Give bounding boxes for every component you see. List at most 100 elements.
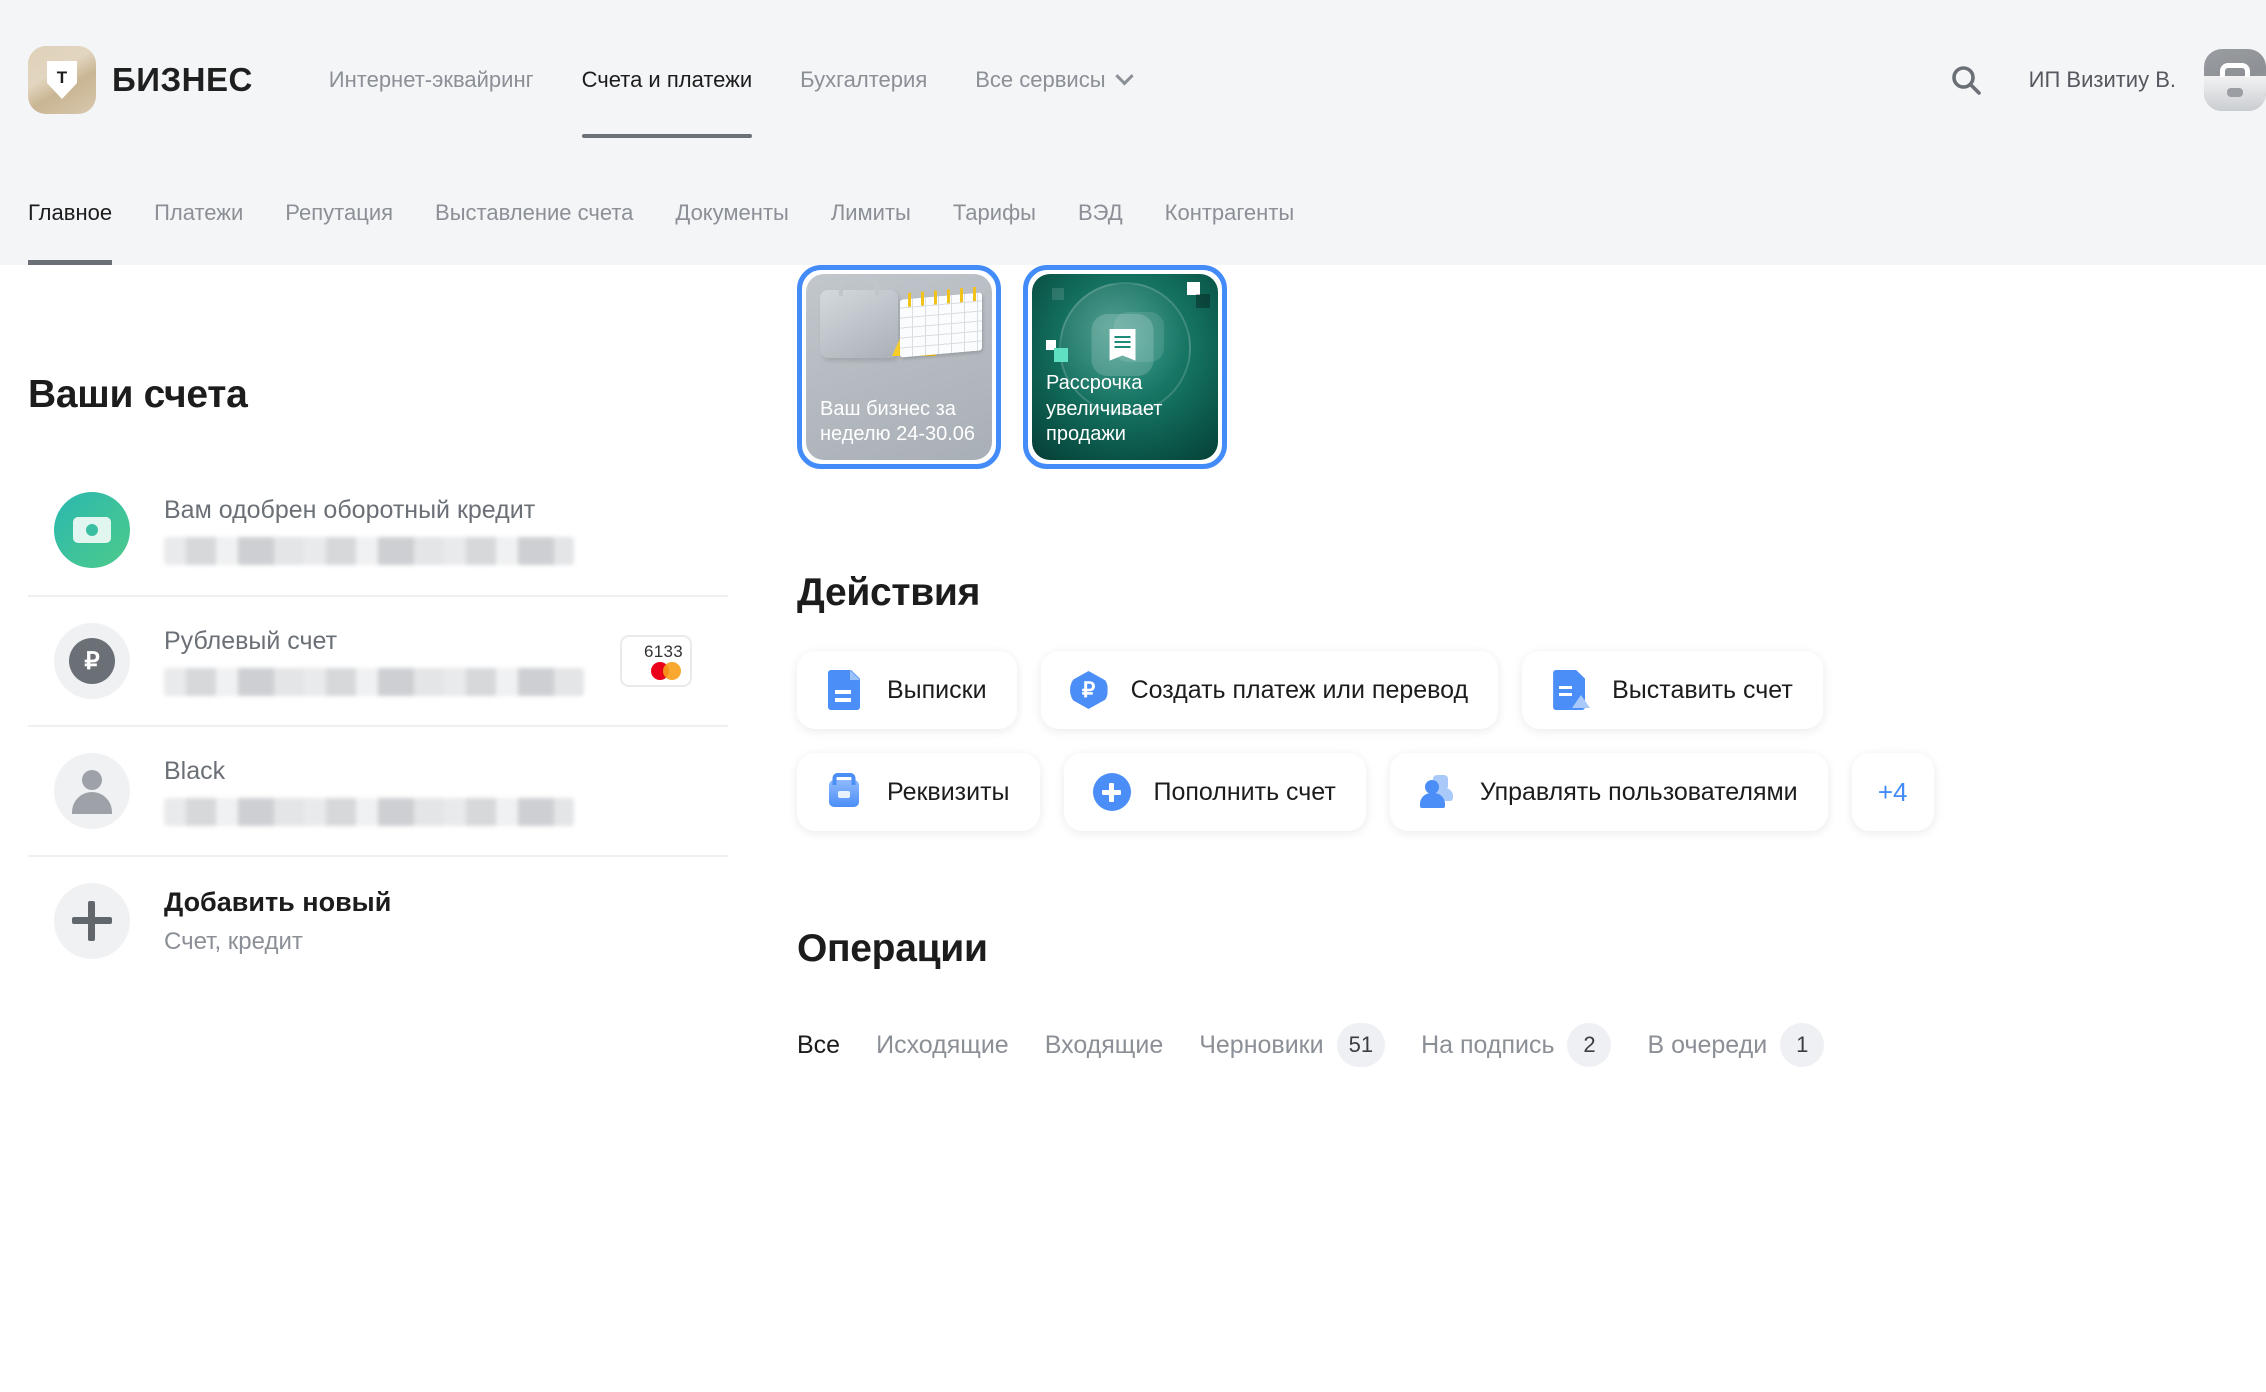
ruble-payment-icon: ₽ [1067,669,1109,711]
ops-tab-incoming[interactable]: Входящие [1045,1031,1164,1060]
ops-tab-label: Все [797,1030,841,1059]
t-bank-logo-icon: Т [28,46,96,114]
operations-title: Операции [797,927,988,970]
ops-tab-label: В очереди [1647,1030,1768,1059]
subnav-item-documents[interactable]: Документы [654,160,809,265]
subnav-label: Тарифы [952,199,1036,225]
chevron-down-icon [1114,66,1134,85]
nav-item-accounting[interactable]: Бухгалтерия [776,0,951,160]
nav-item-acquiring[interactable]: Интернет-эквайринг [305,0,558,160]
operations-filter-tabs: Все Исходящие Входящие Черновики 51 На п… [797,1023,2237,1067]
avatar[interactable] [2204,49,2266,111]
secondary-nav: Главное Платежи Репутация Выставление сч… [0,160,2266,265]
account-name: Black [164,757,226,785]
account-name: Вам одобрен оборотный кредит [164,496,536,524]
ops-tab-badge: 2 [1567,1023,1612,1067]
account-row-ruble[interactable]: ₽ Рублевый счет 6133 [28,595,728,725]
story-card-weekly-business[interactable]: Ваш бизнес за неделю 24-30.06 [797,265,1001,469]
subnav-item-limits[interactable]: Лимиты [810,160,932,265]
receipt-icon [1091,313,1154,376]
brand-logo-link[interactable]: Т БИЗНЕС [28,0,253,160]
action-top-up-button[interactable]: Пополнить счет [1063,753,1366,831]
account-balance-hidden [164,668,584,696]
linked-card-chip[interactable]: 6133 [620,635,692,687]
logo-letter: Т [56,68,68,87]
subnav-label: ВЭД [1077,199,1123,225]
header-right-group: ИП Визитиу В. [1943,0,2266,160]
actions-row: Выписки ₽ Создать платеж или перевод Выс… [797,651,2237,729]
ops-tab-outgoing[interactable]: Исходящие [876,1031,1009,1060]
nav-item-accounts-payments[interactable]: Счета и платежи [558,0,777,160]
account-row-black[interactable]: Black [28,725,728,855]
subnav-label: Лимиты [830,199,911,225]
story-caption: Ваш бизнес за неделю 24-30.06 [820,397,976,446]
ops-tab-label: Исходящие [876,1030,1009,1059]
action-issue-invoice-button[interactable]: Выставить счет [1522,651,1823,729]
add-new-title: Добавить новый [164,886,392,917]
search-icon[interactable] [1943,57,1989,103]
subnav-item-counterparties[interactable]: Контрагенты [1144,160,1316,265]
ops-tab-label: Черновики [1199,1030,1324,1059]
action-label: Выписки [887,675,987,704]
action-label: Создать платеж или перевод [1130,675,1469,704]
ops-tab-all[interactable]: Все [797,1031,840,1060]
user-name[interactable]: ИП Визитиу В. [2029,67,2176,93]
nav-label: Бухгалтерия [800,67,928,92]
brand-name: БИЗНЕС [112,61,253,98]
card-last4: 6133 [643,642,683,661]
deco-square-icon [1052,288,1064,300]
story-card-installment[interactable]: Рассрочка увеличивает продажи [1023,265,1227,469]
stories-strip: Ваш бизнес за неделю 24-30.06 Рассрочка … [797,265,2237,469]
nav-label: Счета и платежи [581,67,753,92]
plus-circle-icon [1090,771,1132,813]
action-label: Пополнить счет [1153,777,1336,806]
page-body: Ваши счета Вам одобрен оборотный кредит … [0,265,2266,1392]
users-icon [1416,771,1458,813]
ops-tab-label: Входящие [1044,1030,1164,1059]
deco-square-icon [1196,294,1210,308]
account-row-add-new[interactable]: Добавить новый Счет, кредит [28,855,728,985]
action-create-payment-button[interactable]: ₽ Создать платеж или перевод [1040,651,1499,729]
actions-more-button[interactable]: +4 [1851,753,1934,831]
action-requisites-button[interactable]: Реквизиты [797,753,1040,831]
subnav-item-reputation[interactable]: Репутация [264,160,414,265]
subnav-item-ved[interactable]: ВЭД [1057,160,1144,265]
story-caption: Рассрочка увеличивает продажи [1046,372,1163,446]
invoice-upload-icon [1548,669,1591,711]
person-icon [54,753,130,829]
plus-icon [54,883,130,959]
nav-item-all-services[interactable]: Все сервисы [951,0,1154,160]
ops-tab-for-signature[interactable]: На подпись 2 [1421,1023,1612,1067]
add-new-subtitle: Счет, кредит [164,928,303,956]
calendar-icon [892,286,984,362]
subnav-label: Главное [28,199,113,225]
account-balance-hidden [164,537,574,565]
action-manage-users-button[interactable]: Управлять пользователями [1389,753,1828,831]
ops-tab-drafts[interactable]: Черновики 51 [1199,1023,1386,1067]
ops-tab-label: На подпись [1421,1030,1555,1059]
subnav-item-main[interactable]: Главное [28,160,133,265]
briefcase-icon [820,290,898,358]
ops-tab-in-queue[interactable]: В очереди 1 [1647,1023,1825,1067]
mastercard-icon [651,662,681,680]
action-label: Выставить счет [1612,675,1793,704]
subnav-item-invoicing[interactable]: Выставление счета [414,160,654,265]
subnav-item-tariffs[interactable]: Тарифы [932,160,1057,265]
statements-doc-icon [823,669,865,711]
nav-label: Все сервисы [975,67,1106,92]
subnav-item-payments[interactable]: Платежи [133,160,264,265]
actions-row: Реквизиты Пополнить счет Управлять польз… [797,753,2237,831]
accounts-list: Вам одобрен оборотный кредит ₽ Рублевый … [28,465,728,985]
action-statements-button[interactable]: Выписки [797,651,1017,729]
account-row-credit[interactable]: Вам одобрен оборотный кредит [28,465,728,595]
accounts-title: Ваши счета [28,373,248,416]
subnav-label: Репутация [285,199,394,225]
deco-square-icon [1054,348,1068,362]
primary-nav: Интернет-эквайринг Счета и платежи Бухга… [305,0,1155,160]
main-content: Ваш бизнес за неделю 24-30.06 Рассрочка … [797,265,2237,1067]
accounts-panel: Ваши счета Вам одобрен оборотный кредит … [28,265,728,985]
shield-icon: Т [47,61,77,99]
ruble-coin-icon: ₽ [54,623,130,699]
avatar-case-handle [2220,62,2250,77]
account-balance-hidden [164,798,574,826]
